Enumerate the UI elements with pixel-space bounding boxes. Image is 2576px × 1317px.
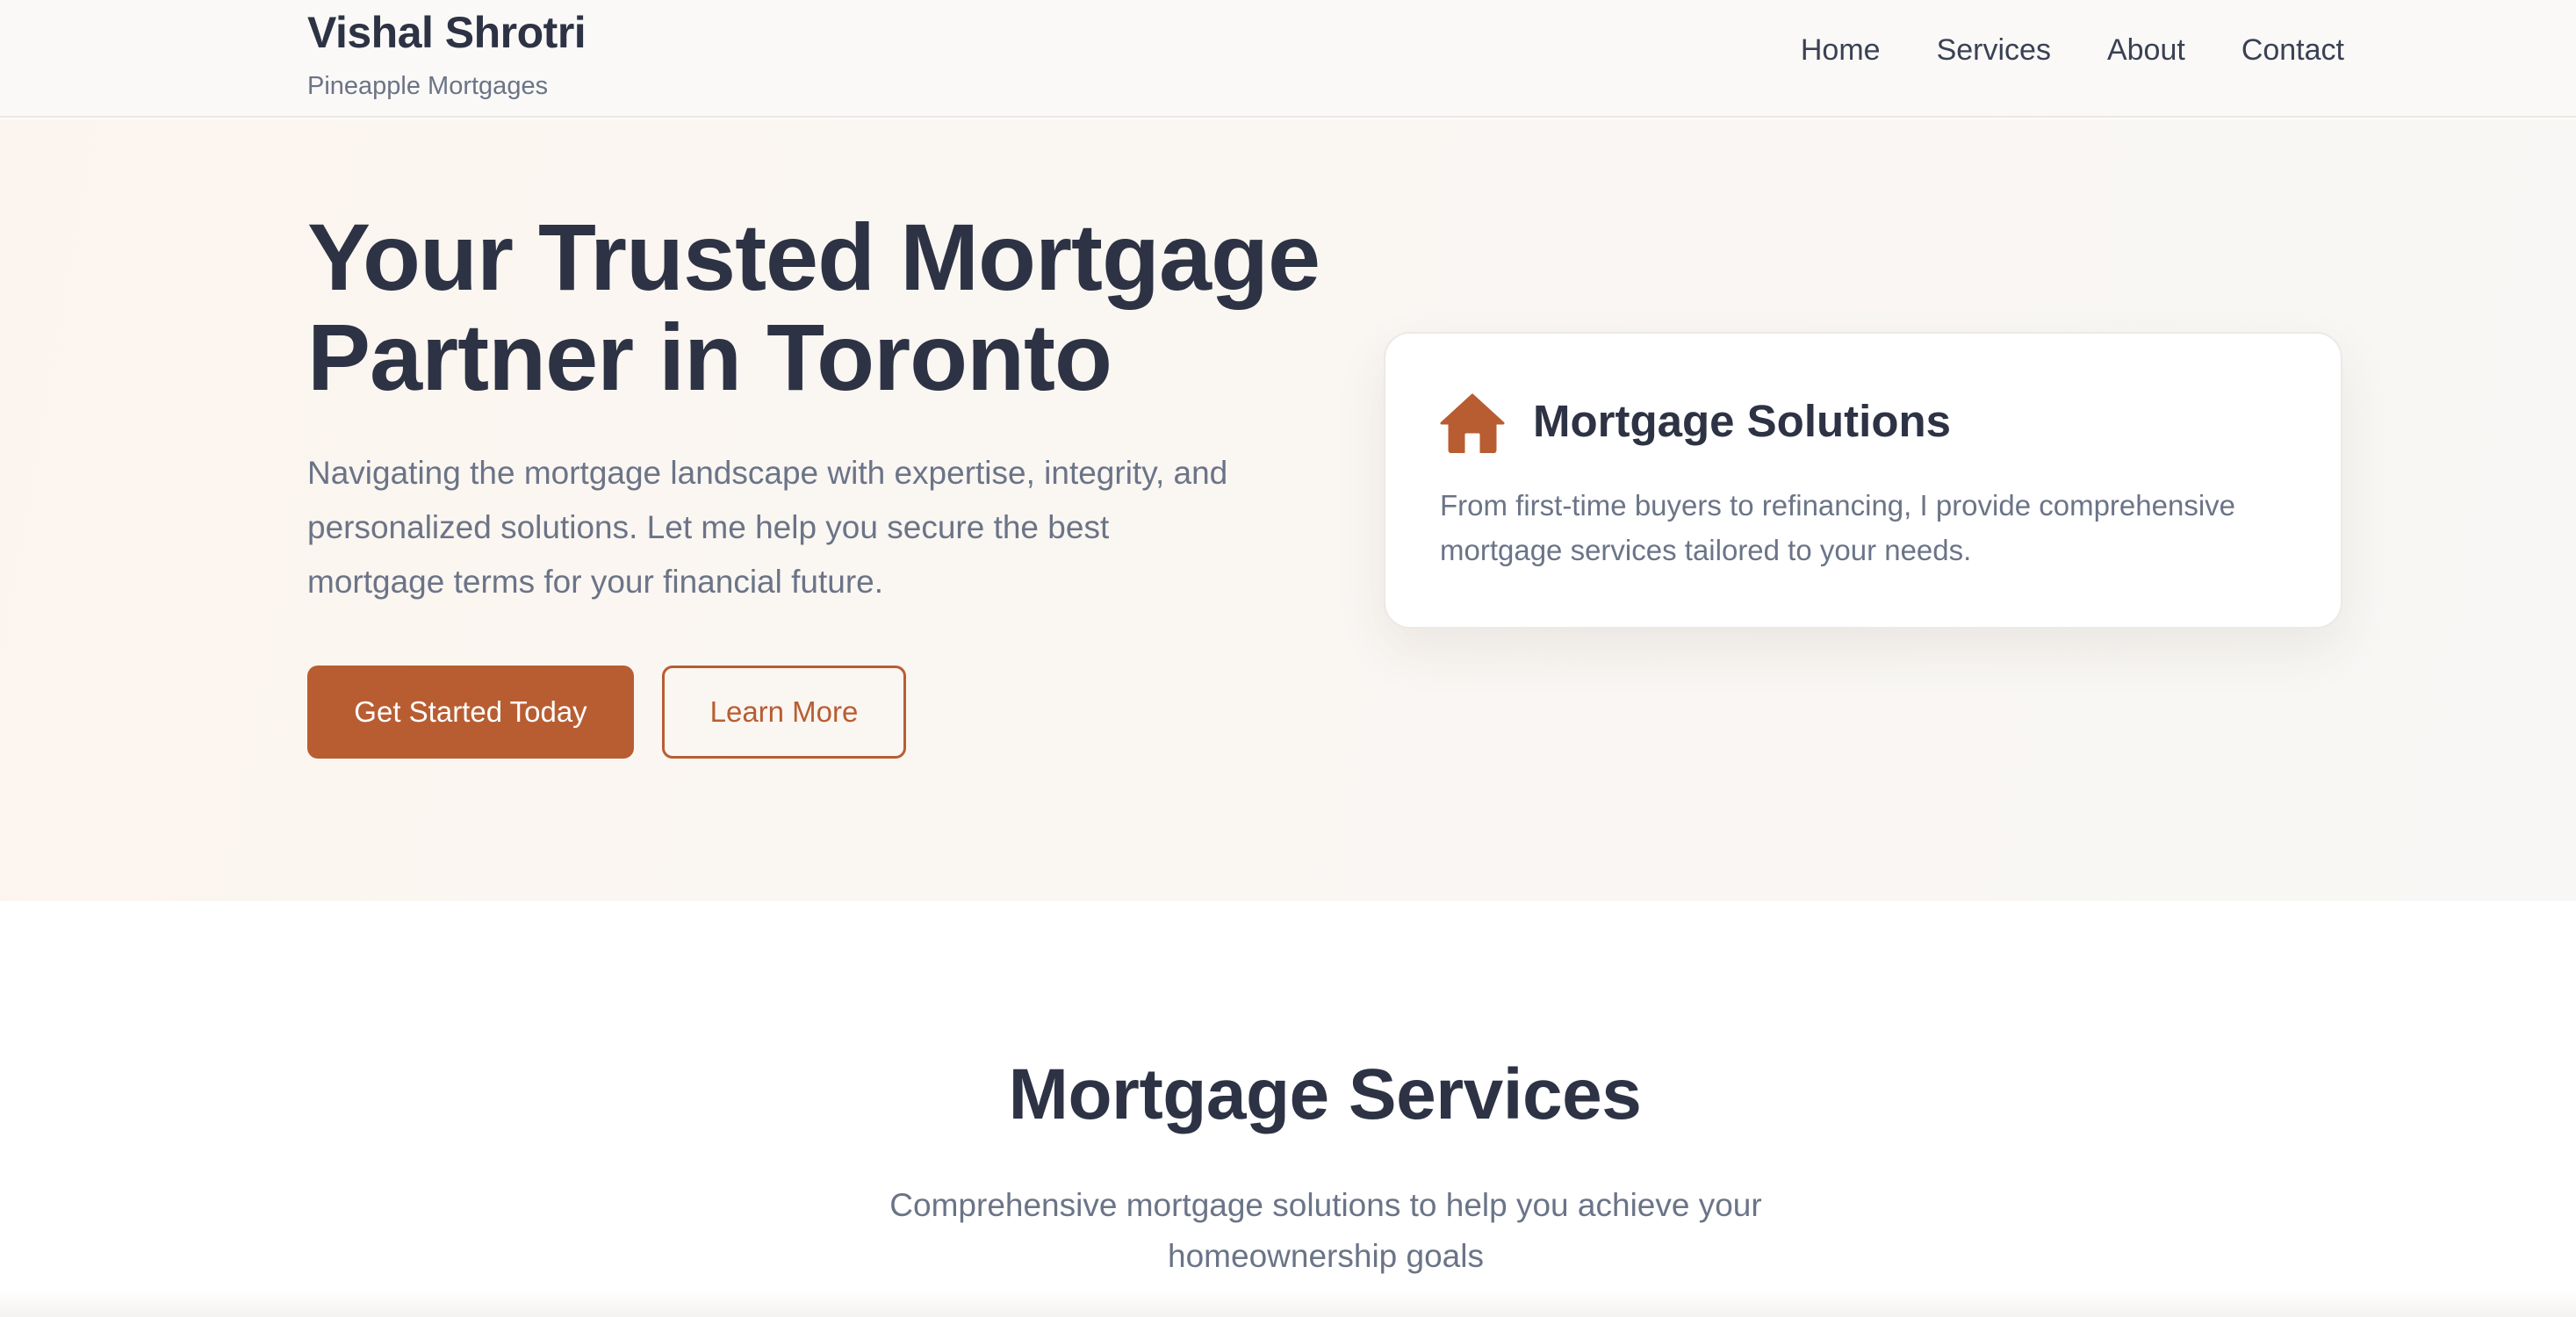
services-subtitle: Comprehensive mortgage solutions to help…: [889, 1187, 1762, 1274]
hero-section: Your Trusted Mortgage Partner in Toronto…: [0, 119, 2576, 901]
card-text: From first-time buyers to refinancing, I…: [1440, 489, 2236, 566]
hero-title-line-1: Your Trusted Mortgage: [307, 204, 1320, 310]
get-started-button[interactable]: Get Started Today: [307, 666, 634, 759]
nav-link-services[interactable]: Services: [1937, 33, 2051, 68]
card-title: Mortgage Solutions: [1533, 396, 1951, 446]
hero-title-line-2: Partner in Toronto: [307, 304, 1112, 410]
brand-tagline: Pineapple Mortgages: [307, 72, 549, 100]
nav-link-home[interactable]: Home: [1801, 33, 1881, 68]
nav-link-about[interactable]: About: [2107, 33, 2185, 68]
site-header: Vishal Shrotri Pineapple Mortgages Home …: [0, 0, 2576, 118]
hero-title: Your Trusted Mortgage Partner in Toronto: [307, 207, 1361, 407]
brand-name[interactable]: Vishal Shrotri: [307, 7, 586, 58]
house-icon: [1440, 393, 1505, 453]
main-nav: Home Services About Contact: [1801, 33, 2344, 68]
mortgage-solutions-card: Mortgage Solutions From first-time buyer…: [1384, 332, 2342, 629]
section-divider-shadow: [0, 1291, 2576, 1317]
hero-description: Navigating the mortgage landscape with e…: [307, 455, 1228, 600]
learn-more-button[interactable]: Learn More: [662, 666, 906, 759]
nav-link-contact[interactable]: Contact: [2241, 33, 2344, 68]
services-title: Mortgage Services: [1008, 1054, 1642, 1134]
